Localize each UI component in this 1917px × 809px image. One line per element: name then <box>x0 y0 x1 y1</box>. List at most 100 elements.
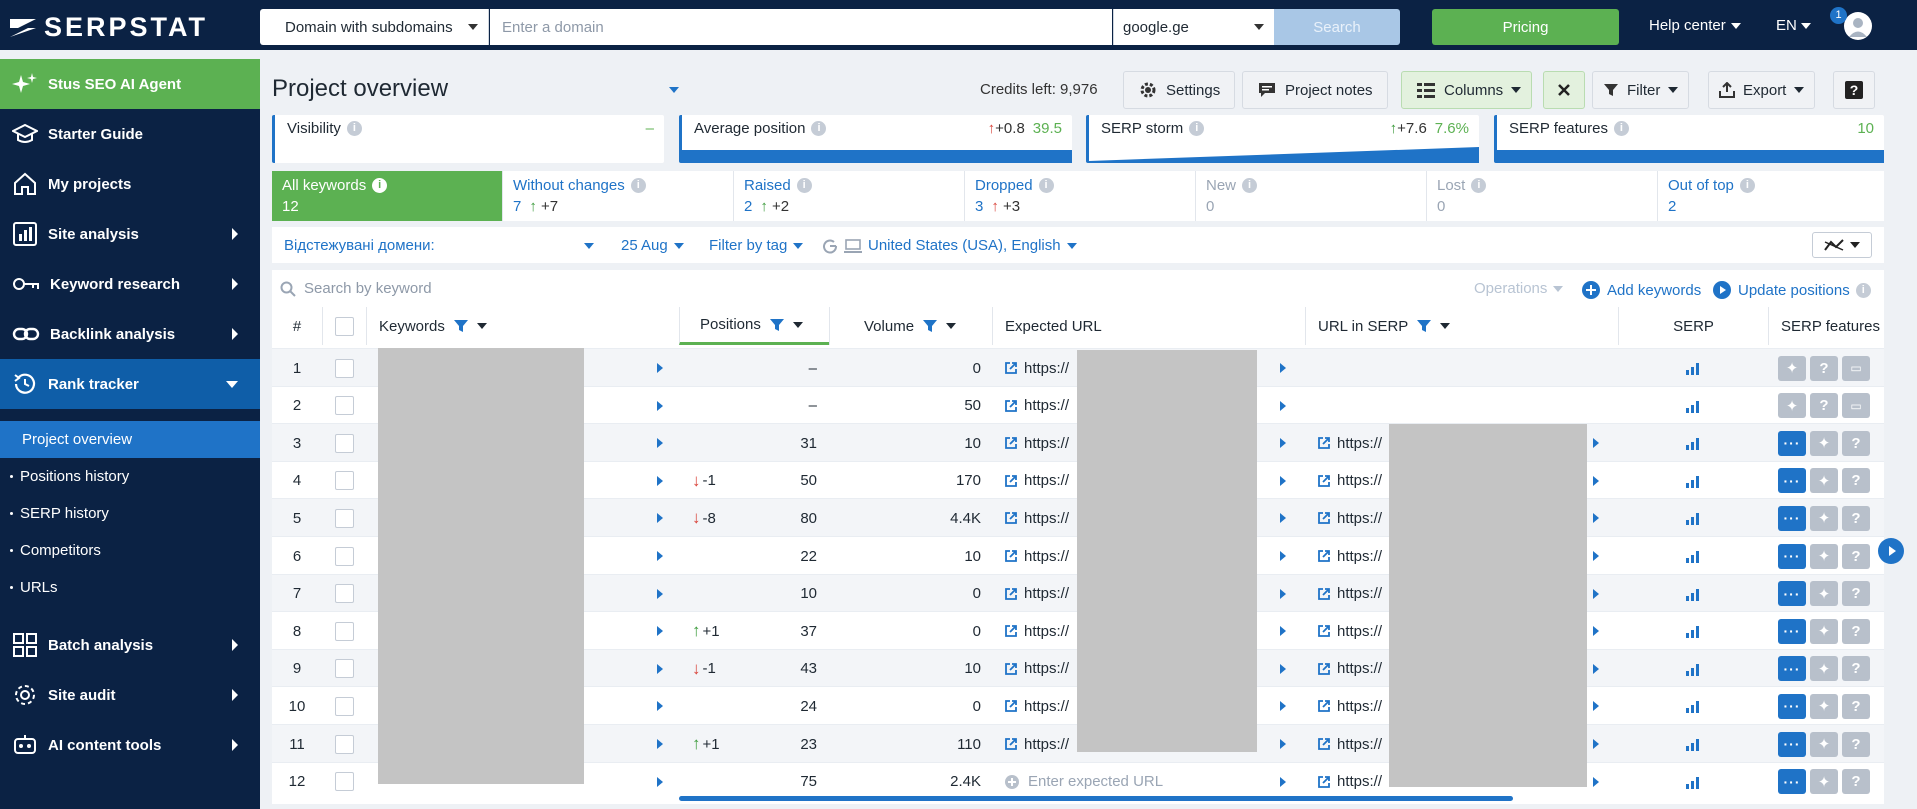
more-features-icon[interactable]: ··· <box>1778 731 1806 757</box>
expand-expected-url-icon[interactable] <box>1280 725 1290 763</box>
domain-input[interactable] <box>490 9 1112 45</box>
expected-url[interactable]: https:// <box>1004 687 1084 725</box>
serp-chart-button[interactable] <box>1618 349 1768 387</box>
expected-url[interactable]: https:// <box>1004 387 1084 425</box>
row-checkbox[interactable] <box>334 772 354 792</box>
row-checkbox-cell[interactable] <box>322 462 366 500</box>
sidebar-item-site-audit[interactable]: Site audit <box>0 670 260 720</box>
sparkle-feature-icon[interactable]: ✦ <box>1810 731 1838 757</box>
chevron-down-icon[interactable] <box>792 321 803 328</box>
sidebar-item-backlink-analysis[interactable]: Backlink analysis <box>0 309 260 359</box>
sidebar-sub-urls[interactable]: URLs <box>0 569 260 606</box>
row-checkbox[interactable] <box>334 659 354 679</box>
horizontal-scrollbar[interactable] <box>679 796 1513 801</box>
expand-serp-url-icon[interactable] <box>1593 499 1603 537</box>
expand-keyword-icon[interactable] <box>657 575 667 613</box>
notification-badge[interactable]: 1 <box>1830 7 1847 24</box>
update-positions-button[interactable]: Update positions i <box>1712 280 1871 300</box>
expand-keyword-icon[interactable] <box>657 424 667 462</box>
question-feature-icon[interactable]: ? <box>1842 731 1870 757</box>
more-features-icon[interactable]: ··· <box>1778 618 1806 644</box>
serp-chart-button[interactable] <box>1618 763 1768 801</box>
tab-without-changes[interactable]: Without changes i 7 ↑ +7 <box>503 171 734 221</box>
sparkle-feature-icon[interactable]: ✦ <box>1778 393 1806 419</box>
question-feature-icon[interactable]: ? <box>1810 393 1838 419</box>
tab-new[interactable]: New i 0 <box>1196 171 1427 221</box>
sparkle-feature-icon[interactable]: ✦ <box>1810 769 1838 795</box>
sparkle-feature-icon[interactable]: ✦ <box>1810 581 1838 607</box>
chevron-down-icon[interactable] <box>476 323 487 329</box>
row-checkbox-cell[interactable] <box>322 763 366 801</box>
expand-expected-url-icon[interactable] <box>1280 349 1290 387</box>
expand-serp-url-icon[interactable] <box>1593 650 1603 688</box>
sparkle-feature-icon[interactable]: ✦ <box>1810 656 1838 682</box>
metric-average-position[interactable]: Average position i ↑+0.8 39.5 <box>679 115 1072 163</box>
expand-expected-url-icon[interactable] <box>1280 462 1290 500</box>
serp-chart-button[interactable] <box>1618 424 1768 462</box>
funnel-icon[interactable] <box>922 318 938 334</box>
sparkle-feature-icon[interactable]: ✦ <box>1810 618 1838 644</box>
more-features-icon[interactable]: ··· <box>1778 769 1806 795</box>
info-icon[interactable]: i <box>1739 178 1755 193</box>
metric-serp-features[interactable]: SERP features i 10 <box>1494 115 1884 163</box>
region-select[interactable]: United States (USA), English <box>822 237 1077 254</box>
sidebar-sub-competitors[interactable]: Competitors <box>0 532 260 569</box>
row-checkbox[interactable] <box>334 621 354 641</box>
expand-keyword-icon[interactable] <box>657 387 667 425</box>
info-icon[interactable]: i <box>1038 178 1054 193</box>
filter-button[interactable]: Filter <box>1592 71 1690 109</box>
sidebar-item-rank-tracker[interactable]: Rank tracker <box>0 359 260 409</box>
sparkle-feature-icon[interactable]: ✦ <box>1810 468 1838 494</box>
serp-url[interactable]: https:// <box>1317 462 1397 500</box>
row-checkbox[interactable] <box>334 396 354 416</box>
sidebar-item-site-analysis[interactable]: Site analysis <box>0 209 260 259</box>
expand-expected-url-icon[interactable] <box>1280 612 1290 650</box>
expand-serp-url-icon[interactable] <box>1593 575 1603 613</box>
expand-expected-url-icon[interactable] <box>1280 537 1290 575</box>
row-checkbox-cell[interactable] <box>322 349 366 387</box>
row-checkbox[interactable] <box>334 358 354 378</box>
expand-serp-url-icon[interactable] <box>1593 537 1603 575</box>
expand-keyword-icon[interactable] <box>657 650 667 688</box>
serp-url[interactable]: https:// <box>1317 575 1397 613</box>
tab-out-of-top[interactable]: Out of top i 2 <box>1658 171 1884 221</box>
project-notes-button[interactable]: Project notes <box>1242 71 1388 109</box>
sidebar-item-ai-content-tools[interactable]: AI content tools <box>0 720 260 770</box>
funnel-icon[interactable] <box>769 317 785 333</box>
serp-url[interactable]: https:// <box>1317 612 1397 650</box>
more-features-icon[interactable]: ··· <box>1778 468 1806 494</box>
expand-expected-url-icon[interactable] <box>1280 575 1290 613</box>
row-checkbox-cell[interactable] <box>322 499 366 537</box>
row-checkbox-cell[interactable] <box>322 650 366 688</box>
expand-expected-url-icon[interactable] <box>1280 499 1290 537</box>
expected-url[interactable]: https:// <box>1004 424 1084 462</box>
expected-url[interactable]: https:// <box>1004 499 1084 537</box>
column-header-expected-url[interactable]: Expected URL <box>992 307 1305 345</box>
serp-chart-button[interactable] <box>1618 575 1768 613</box>
search-button[interactable]: Search <box>1274 9 1400 45</box>
chart-toggle-button[interactable] <box>1812 232 1872 258</box>
funnel-icon[interactable] <box>1416 318 1432 334</box>
info-icon[interactable]: i <box>1855 282 1871 298</box>
search-engine-select[interactable]: google.ge <box>1113 9 1274 45</box>
serp-chart-button[interactable] <box>1618 462 1768 500</box>
info-icon[interactable]: i <box>630 178 646 193</box>
serp-chart-button[interactable] <box>1618 537 1768 575</box>
expand-expected-url-icon[interactable] <box>1280 687 1290 725</box>
sidebar-item-ai-agent[interactable]: Stus SEO AI Agent <box>0 59 260 109</box>
question-feature-icon[interactable]: ? <box>1842 505 1870 531</box>
more-features-icon[interactable]: ··· <box>1778 543 1806 569</box>
chevron-down-icon[interactable] <box>946 323 957 329</box>
row-checkbox[interactable] <box>334 696 354 716</box>
row-checkbox-cell[interactable] <box>322 424 366 462</box>
language-menu[interactable]: EN <box>1776 17 1811 34</box>
expand-keyword-icon[interactable] <box>657 349 667 387</box>
chevron-down-icon[interactable] <box>1440 323 1451 329</box>
question-feature-icon[interactable]: ? <box>1842 769 1870 795</box>
tab-raised[interactable]: Raised i 2 ↑ +2 <box>734 171 965 221</box>
avatar[interactable] <box>1844 12 1872 40</box>
sparkle-feature-icon[interactable]: ✦ <box>1778 355 1806 381</box>
sparkle-feature-icon[interactable]: ✦ <box>1810 543 1838 569</box>
sidebar-item-keyword-research[interactable]: Keyword research <box>0 259 260 309</box>
metric-serp-storm[interactable]: SERP storm i ↑+7.6 7.6% <box>1086 115 1479 163</box>
